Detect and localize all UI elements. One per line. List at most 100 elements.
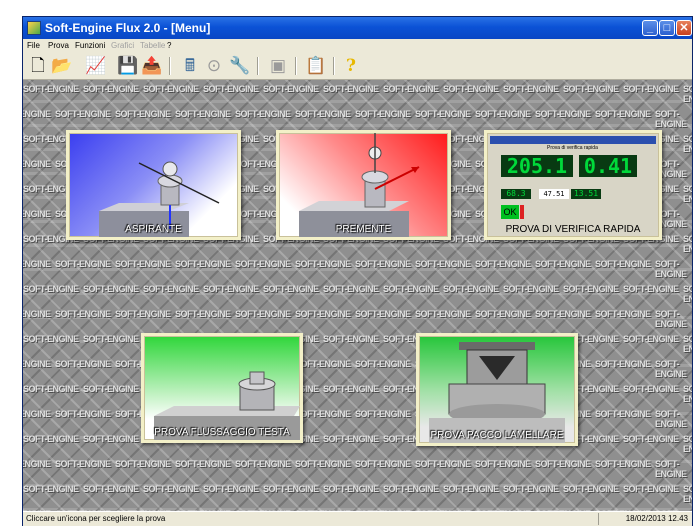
watermark-text: SOFT-ENGINE bbox=[23, 359, 51, 369]
watermark-text: SOFT-ENGINE bbox=[323, 384, 379, 394]
tile-premente[interactable]: PREMENTE bbox=[276, 130, 451, 240]
watermark-text: SOFT-ENGINE bbox=[23, 484, 79, 494]
watermark-text: SOFT-ENGINE bbox=[595, 309, 651, 319]
watermark-text: SOFT-ENGINE bbox=[623, 334, 679, 344]
watermark-text: SOFT-ENGINE bbox=[355, 309, 411, 319]
watermark-text: SOFT-ENGINE bbox=[175, 459, 231, 469]
app-icon[interactable] bbox=[27, 21, 41, 35]
watermark-text: SOFT-ENGINE bbox=[355, 409, 411, 419]
maximize-button[interactable]: □ bbox=[659, 20, 675, 36]
watermark-text: SOFT-ENGINE bbox=[475, 109, 531, 119]
watermark-text: SOFT-ENGINE bbox=[595, 109, 651, 119]
watermark-text: SOFT-ENGINE bbox=[535, 459, 591, 469]
watermark-text: SOFT-ENGINE bbox=[655, 259, 687, 279]
clipboard-icon: 📋 bbox=[305, 56, 327, 75]
title-bar[interactable]: Soft-Engine Flux 2.0 - [Menu] _ □ ✕ bbox=[23, 17, 692, 39]
watermark-text: SOFT-ENGINE bbox=[535, 309, 591, 319]
watermark-text: SOFT-ENGINE bbox=[443, 484, 499, 494]
watermark-text: SOFT-ENGINE bbox=[115, 259, 171, 269]
watermark-text: SOFT-ENGINE bbox=[563, 84, 619, 94]
tile-aspirante-label: ASPIRANTE bbox=[125, 224, 182, 235]
watermark-text: SOFT-ENGINE bbox=[23, 259, 51, 269]
watermark-text: SOFT-ENGINE bbox=[475, 259, 531, 269]
watermark-text: SOFT-ENGINE bbox=[143, 84, 199, 94]
watermark-text: SOFT-ENGINE bbox=[23, 159, 51, 169]
menu-funzioni[interactable]: Funzioni bbox=[75, 39, 105, 53]
watermark-text: SOFT-ENGINE bbox=[623, 384, 679, 394]
flussaggio-image bbox=[154, 371, 300, 440]
watermark-text: SOFT-ENGINE bbox=[655, 359, 687, 379]
watermark-text: SOFT-ENGINE bbox=[295, 259, 351, 269]
watermark-text: SOFT-ENGINE bbox=[263, 84, 319, 94]
watermark-text: SOFT-ENGINE bbox=[475, 459, 531, 469]
watermark-text: SOFT-ENGINE bbox=[683, 334, 692, 354]
watermark-text: SOFT-ENGINE bbox=[655, 309, 687, 329]
small-display-2: 47.51 bbox=[539, 189, 569, 199]
watermark-text: SOFT-ENGINE bbox=[683, 184, 692, 204]
tools-icon[interactable]: 🔧 bbox=[229, 56, 251, 76]
watermark-text: SOFT-ENGINE bbox=[55, 259, 111, 269]
watermark-text: SOFT-ENGINE bbox=[563, 484, 619, 494]
small-display-3: 13.51 bbox=[571, 189, 601, 199]
watermark-text: SOFT-ENGINE bbox=[355, 459, 411, 469]
watermark-text: SOFT-ENGINE bbox=[295, 359, 351, 369]
red-indicator bbox=[520, 205, 524, 219]
watermark-text: SOFT-ENGINE bbox=[83, 334, 139, 344]
open-folder-icon[interactable]: 📂 bbox=[51, 56, 73, 76]
tile-verifica-rapida[interactable]: Prova di verifica rapida 205.1 0.41 68.3… bbox=[484, 130, 662, 240]
watermark-text: SOFT-ENGINE bbox=[23, 459, 51, 469]
watermark-text: SOFT-ENGINE bbox=[175, 309, 231, 319]
watermark-text: SOFT-ENGINE bbox=[475, 309, 531, 319]
menu-background: SOFT-ENGINE SOFT-ENGINE SOFT-ENGINE SOFT-EN… bbox=[23, 80, 692, 511]
watermark-text: SOFT-ENGINE bbox=[83, 84, 139, 94]
watermark-text: SOFT-ENGINE bbox=[115, 459, 171, 469]
watermark-text: SOFT-ENGINE bbox=[655, 109, 687, 129]
watermark-text: SOFT-ENGINE bbox=[535, 109, 591, 119]
watermark-text: SOFT-ENGINE bbox=[355, 259, 411, 269]
premente-image bbox=[299, 133, 420, 237]
main-window: Soft-Engine Flux 2.0 - [Menu] _ □ ✕ File… bbox=[22, 16, 693, 526]
watermark-text: SOFT-ENGINE bbox=[295, 409, 351, 419]
tile-flussaggio-testa[interactable]: PROVA FLUSSAGGIO TESTA bbox=[141, 333, 303, 443]
tile-aspirante[interactable]: ASPIRANTE bbox=[66, 130, 241, 240]
watermark-text: SOFT-ENGINE bbox=[415, 259, 471, 269]
watermark-text: SOFT-ENGINE bbox=[323, 434, 379, 444]
new-file-icon[interactable]: 🗋 bbox=[28, 56, 48, 76]
close-button[interactable]: ✕ bbox=[676, 20, 692, 36]
chart-icon[interactable]: 📈 bbox=[85, 56, 107, 76]
watermark-text: SOFT-ENGINE bbox=[655, 459, 687, 479]
watermark-text: SOFT-ENGINE bbox=[383, 84, 439, 94]
calculator-icon[interactable]: 🖩 bbox=[179, 56, 201, 76]
big-display-2: 0.41 bbox=[579, 155, 637, 177]
save-icon: 💾 bbox=[117, 56, 139, 75]
watermark-text: SOFT-ENGINE bbox=[203, 84, 259, 94]
grey-panel-icon: ▣ bbox=[269, 56, 287, 75]
watermark-text: SOFT-ENGINE bbox=[175, 259, 231, 269]
watermark-text: SOFT-ENGINE bbox=[355, 109, 411, 119]
toolbar: 🗋 📂 📈 💾 📤 🖩 ⊙ 🔧 ▣ 📋 ? bbox=[23, 53, 692, 80]
ok-indicator: OK bbox=[501, 205, 519, 219]
help-icon[interactable]: ? bbox=[341, 56, 361, 76]
tile-flussaggio-label: PROVA FLUSSAGGIO TESTA bbox=[154, 427, 290, 438]
minimize-button[interactable]: _ bbox=[642, 20, 658, 36]
watermark-text: SOFT-ENGINE bbox=[623, 484, 679, 494]
watermark-text: SOFT-ENGINE bbox=[443, 284, 499, 294]
toolbar-separator bbox=[333, 57, 335, 75]
menu-help[interactable]: ? bbox=[167, 39, 171, 53]
tile-pacco-label: PROVA PACCO LAMELLARE bbox=[430, 430, 564, 441]
big-display-1: 205.1 bbox=[501, 155, 573, 177]
watermark-text: SOFT-ENGINE bbox=[295, 459, 351, 469]
watermark-text: SOFT-ENGINE bbox=[683, 234, 692, 254]
watermark-text: SOFT-ENGINE bbox=[83, 384, 139, 394]
menu-file[interactable]: File bbox=[27, 39, 40, 53]
watermark-text: SOFT-ENGINE bbox=[55, 309, 111, 319]
tile-pacco-lamellare[interactable]: PROVA PACCO LAMELLARE bbox=[416, 333, 578, 446]
watermark-text: SOFT-ENGINE bbox=[23, 209, 51, 219]
watermark-text: SOFT-ENGINE bbox=[383, 484, 439, 494]
watermark-text: SOFT-ENGINE bbox=[535, 259, 591, 269]
pacco-image bbox=[429, 342, 565, 443]
watermark-text: SOFT-ENGINE bbox=[23, 284, 79, 294]
export-icon[interactable]: 📤 bbox=[141, 56, 163, 76]
menu-tabelle: Tabelle bbox=[140, 41, 166, 50]
menu-prova[interactable]: Prova bbox=[48, 39, 69, 53]
